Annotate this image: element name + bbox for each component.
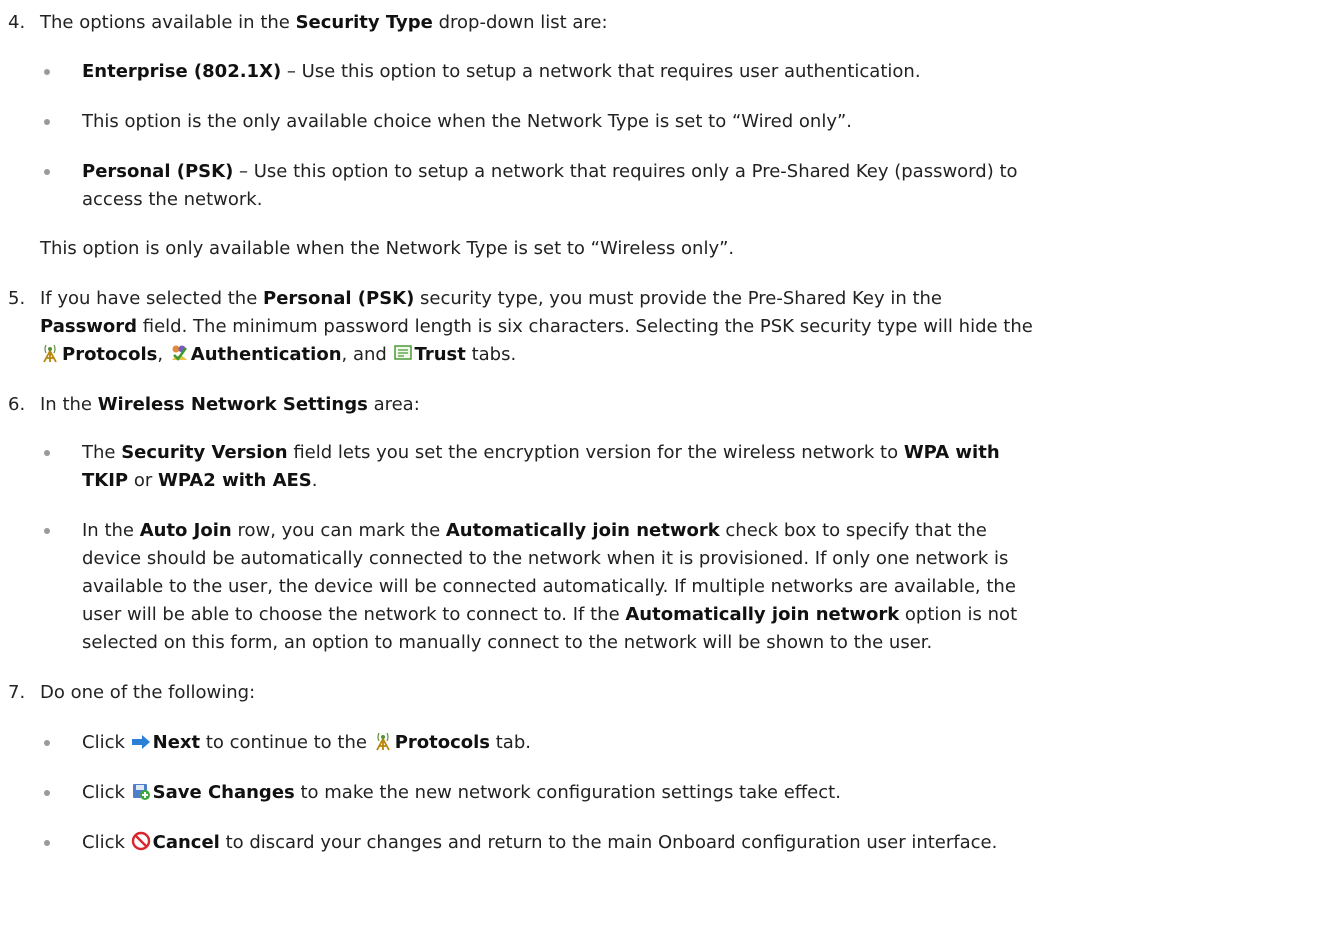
bullet-dot: [44, 840, 50, 846]
arrow-right-icon: [131, 733, 151, 758]
document-page: 4. The options available in the Security…: [0, 0, 1335, 935]
bullet-dot: [44, 528, 50, 534]
step-number: 7.: [8, 682, 26, 703]
step-number: 5.: [8, 288, 26, 309]
bullet-dot: [44, 450, 50, 456]
bullet-dot: [44, 790, 50, 796]
antenna-icon: [373, 731, 393, 758]
step-number: 6.: [8, 394, 26, 415]
bullet-dot: [44, 169, 50, 175]
save-disk-icon: [131, 781, 151, 808]
certificate-icon: [393, 343, 413, 370]
cancel-circle-icon: [131, 831, 151, 858]
antenna-icon: [40, 343, 60, 370]
bullet-dot: [44, 740, 50, 746]
step-number: 4.: [8, 12, 26, 33]
bullet-dot: [44, 119, 50, 125]
users-check-icon: [169, 343, 189, 370]
bullet-dot: [44, 69, 50, 75]
